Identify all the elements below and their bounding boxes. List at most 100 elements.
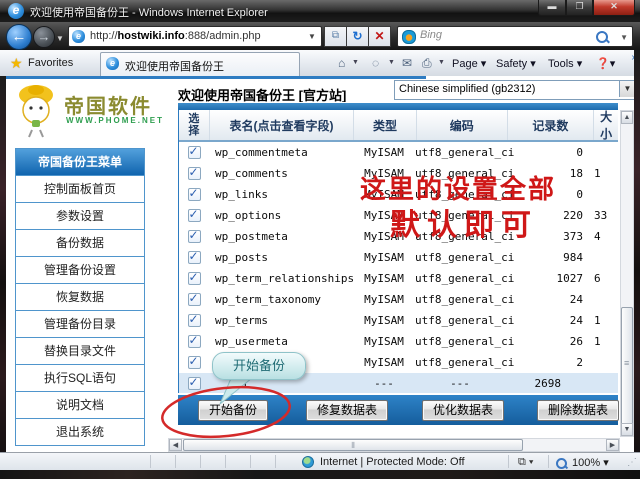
page-menu[interactable]: Page ▾: [452, 57, 486, 70]
table-header-row: 选择 表名(点击查看字段) 类型 编码 记录数 大小: [179, 110, 618, 142]
zone-status-text: Internet | Protected Mode: Off: [320, 456, 465, 468]
stop-icon[interactable]: ✕: [369, 26, 391, 47]
window-right-border: [634, 50, 640, 452]
header-type: 类型: [354, 110, 417, 140]
mascot-icon: [12, 82, 62, 140]
row-checkbox[interactable]: [188, 251, 201, 264]
repair-tables-button[interactable]: 修复数据表: [306, 400, 388, 421]
search-dropdown-icon[interactable]: ▼: [620, 33, 628, 42]
home-icon[interactable]: ⌂: [338, 56, 345, 70]
row-checkbox[interactable]: [188, 314, 201, 327]
compatibility-view-icon[interactable]: ⧉: [324, 26, 347, 47]
minimize-button[interactable]: ▬: [538, 0, 566, 16]
summary-checkbox[interactable]: [188, 377, 201, 390]
sidebar-menu-item[interactable]: 说明文档: [16, 391, 144, 418]
delete-tables-button[interactable]: 删除数据表: [537, 400, 619, 421]
sidebar-menu: 帝国备份王菜单 控制面板首页参数设置备份数据管理备份设置恢复数据管理备份目录替换…: [15, 148, 145, 446]
browser-window: e 欢迎使用帝国备份王 - Windows Internet Explorer …: [0, 0, 640, 479]
row-checkbox[interactable]: [188, 167, 201, 180]
search-icon[interactable]: [596, 31, 608, 43]
row-checkbox[interactable]: [188, 335, 201, 348]
table-row: wp_term_taxonomy MyISAM utf8_general_ci …: [179, 289, 618, 310]
table-name-link[interactable]: wp_comments: [209, 167, 353, 180]
row-checkbox[interactable]: [188, 293, 201, 306]
address-dropdown-icon[interactable]: ▼: [305, 27, 319, 46]
mail-icon[interactable]: ✉: [402, 56, 412, 70]
refresh-icon[interactable]: ↻: [347, 26, 369, 47]
sidebar-menu-item[interactable]: 退出系统: [16, 418, 144, 445]
print-dropdown-icon[interactable]: ▼: [438, 59, 445, 66]
sidebar-menu-item[interactable]: 恢复数据: [16, 283, 144, 310]
language-select[interactable]: Chinese simplified (gb2312) ▼: [394, 80, 634, 100]
feed-dropdown-icon[interactable]: ▼: [388, 59, 395, 66]
tools-menu[interactable]: Tools ▾: [548, 57, 582, 70]
home-dropdown-icon[interactable]: ▼: [352, 59, 359, 66]
help-icon[interactable]: ❓▾: [596, 57, 615, 70]
table-name-link[interactable]: wp_term_relationships: [209, 272, 353, 285]
row-checkbox[interactable]: [188, 209, 201, 222]
table-name-link[interactable]: wp_posts: [209, 251, 353, 264]
horizontal-scrollbar[interactable]: ◀ ⫴ ▶: [168, 438, 620, 452]
table-records: 984: [505, 251, 591, 264]
back-button[interactable]: ←: [6, 24, 32, 50]
table-size: 1: [591, 314, 615, 327]
sidebar-menu-item[interactable]: 控制面板首页: [16, 175, 144, 202]
table-name-link[interactable]: wp_commentmeta: [209, 146, 353, 159]
change-zoom-icon[interactable]: ⧉ ▾: [518, 456, 534, 469]
status-bar: Internet | Protected Mode: Off ⧉ ▾ 100% …: [0, 452, 640, 471]
red-annotation-line2: 默认即可: [390, 200, 538, 244]
safety-menu[interactable]: Safety ▾: [496, 57, 536, 70]
tab-title: 欢迎使用帝国备份王: [125, 58, 224, 74]
table-name-link[interactable]: wp_terms: [209, 314, 353, 327]
zoom-magnifier-icon[interactable]: [556, 458, 567, 469]
row-checkbox[interactable]: [188, 230, 201, 243]
favorites-label[interactable]: Favorites: [28, 57, 73, 69]
table-encoding: utf8_general_ci: [415, 356, 505, 369]
browser-tab[interactable]: e 欢迎使用帝国备份王: [100, 52, 300, 76]
sidebar-menu-item[interactable]: 管理备份设置: [16, 256, 144, 283]
table-encoding: utf8_general_ci: [415, 272, 505, 285]
table-name-link[interactable]: wp_usermeta: [209, 335, 353, 348]
row-checkbox[interactable]: [188, 188, 201, 201]
optimize-tables-button[interactable]: 优化数据表: [422, 400, 504, 421]
bing-logo-icon: [402, 30, 416, 44]
sidebar-menu-item[interactable]: 替换目录文件: [16, 337, 144, 364]
window-title: 欢迎使用帝国备份王 - Windows Internet Explorer: [30, 4, 268, 20]
vertical-scroll-thumb[interactable]: [621, 307, 633, 425]
sidebar-menu-item[interactable]: 备份数据: [16, 229, 144, 256]
row-checkbox[interactable]: [188, 146, 201, 159]
table-name-link[interactable]: wp_postmeta: [209, 230, 353, 243]
scroll-up-icon[interactable]: ▲: [621, 111, 633, 124]
scroll-down-icon[interactable]: ▼: [621, 423, 633, 436]
select-dropdown-icon[interactable]: ▼: [619, 81, 634, 97]
print-icon[interactable]: ⎙: [422, 56, 432, 71]
sidebar-menu-item[interactable]: 参数设置: [16, 202, 144, 229]
horizontal-scroll-thumb[interactable]: ⫴: [183, 439, 523, 451]
forward-button[interactable]: →: [33, 26, 55, 48]
language-select-value: Chinese simplified (gb2312): [399, 83, 535, 95]
table-name-link[interactable]: wp_links: [209, 188, 353, 201]
address-bar[interactable]: e http://hostwiki.info:888/admin.php ▼: [68, 26, 322, 47]
close-button[interactable]: ✕: [593, 0, 635, 16]
table-name-link[interactable]: wp_options: [209, 209, 353, 222]
resize-grip[interactable]: ⋰: [627, 457, 638, 468]
search-box[interactable]: Bing ▼: [397, 26, 633, 47]
table-name-link[interactable]: wp_term_taxonomy: [209, 293, 353, 306]
history-dropdown-icon[interactable]: ▼: [56, 34, 64, 43]
table-records: 2: [505, 356, 591, 369]
table-records: 26: [505, 335, 591, 348]
scroll-right-icon[interactable]: ▶: [606, 439, 619, 451]
sidebar-menu-item[interactable]: 执行SQL语句: [16, 364, 144, 391]
sidebar-menu-item[interactable]: 管理备份目录: [16, 310, 144, 337]
maximize-button[interactable]: ❐: [566, 0, 593, 16]
table-records: 0: [505, 146, 591, 159]
table-row: wp_term_relationships MyISAM utf8_genera…: [179, 268, 618, 289]
zoom-level[interactable]: 100% ▾: [572, 456, 609, 469]
table-records: 1027: [505, 272, 591, 285]
scroll-left-icon[interactable]: ◀: [169, 439, 182, 451]
favorites-star-icon[interactable]: ★: [10, 55, 23, 72]
vertical-scrollbar[interactable]: ▲ ▼: [620, 110, 634, 437]
feed-icon[interactable]: ◌: [372, 56, 379, 70]
row-checkbox[interactable]: [188, 272, 201, 285]
row-checkbox[interactable]: [188, 356, 201, 369]
